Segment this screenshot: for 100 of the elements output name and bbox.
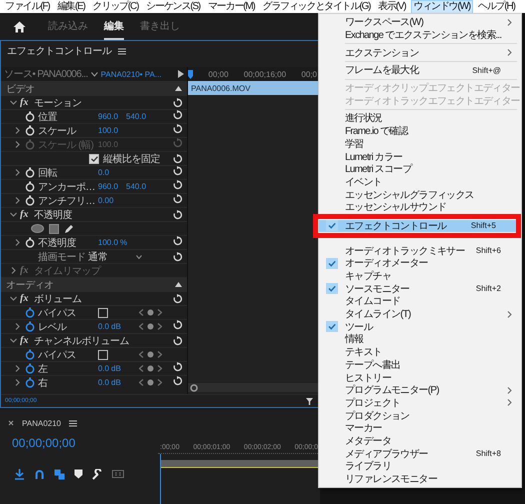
sequence-clip-link[interactable]: PANA0210• PA... — [100, 70, 162, 78]
chevron-down-icon[interactable] — [90, 72, 98, 76]
stopwatch-icon[interactable] — [25, 363, 35, 374]
link-icon[interactable] — [54, 468, 65, 480]
chevron-right-icon[interactable] — [14, 365, 21, 372]
menu-item[interactable]: テキスト — [319, 346, 521, 358]
zoom-handle-icon[interactable] — [190, 384, 198, 392]
ellipse-mask-icon[interactable] — [31, 224, 44, 233]
captions-icon[interactable] — [112, 470, 124, 478]
stopwatch-icon[interactable] — [25, 377, 35, 388]
menu-item[interactable]: タイムコード — [319, 295, 521, 308]
parameter-value[interactable]: 540.0 — [126, 112, 146, 121]
chevron-right-icon[interactable] — [10, 267, 17, 274]
chevron-right-icon[interactable] — [14, 323, 21, 330]
previous-keyframe-icon[interactable] — [139, 351, 144, 358]
chevron-right-icon[interactable] — [14, 379, 21, 386]
menu-item[interactable]: イベント — [319, 176, 521, 188]
filter-icon[interactable] — [306, 398, 313, 404]
menu-item[interactable]: Lumetri スコープ — [319, 162, 521, 176]
menu-item[interactable]: 学習 — [319, 138, 521, 150]
menu-item[interactable]: メタデータ — [319, 434, 521, 448]
menu-item[interactable]: ライブラリ — [319, 460, 521, 473]
stopwatch-icon[interactable] — [25, 181, 35, 192]
menu-item[interactable]: テープへ書出 — [319, 358, 521, 372]
parameter-value[interactable]: 0.0 — [98, 322, 110, 331]
chevron-down-icon[interactable] — [10, 99, 17, 106]
parameter-value[interactable]: 0.0 — [98, 168, 110, 177]
menu-item[interactable]: Frame.io で確認 — [319, 124, 521, 138]
chevron-down-icon[interactable] — [10, 295, 17, 302]
menu-item[interactable]: Lumetri カラー — [319, 150, 521, 163]
pen-icon[interactable] — [64, 224, 74, 234]
previous-keyframe-icon[interactable] — [139, 323, 144, 330]
menu-bar-item[interactable]: グラフィックとタイトル(G) — [260, 0, 374, 13]
menu-item[interactable]: マーカー — [319, 422, 521, 435]
menu-item[interactable]: エクステンション — [319, 46, 521, 60]
stopwatch-icon[interactable] — [25, 111, 35, 122]
parameter-value[interactable]: 960.0 — [98, 112, 118, 121]
parameter-value[interactable]: 100.0 — [98, 126, 118, 135]
menu-item[interactable]: ツール — [319, 320, 521, 334]
marker-icon[interactable] — [74, 469, 83, 479]
menu-item[interactable]: エッセンシャルグラフィックス — [319, 188, 521, 201]
parameter-value[interactable]: 0.0 — [98, 378, 110, 387]
parameter-value[interactable]: 100.0 — [98, 238, 118, 247]
menu-item[interactable]: ソースモニター Shift+2 — [319, 282, 521, 296]
parameter-value[interactable]: 0.00 — [98, 196, 114, 205]
chevron-right-icon[interactable] — [14, 127, 21, 134]
menu-bar-item[interactable]: 編集(E) — [54, 0, 88, 13]
checkbox[interactable] — [98, 308, 108, 318]
chevron-down-icon[interactable] — [10, 337, 17, 344]
menu-item[interactable]: エッセンシャルサウンド — [319, 200, 521, 214]
menu-bar-item[interactable]: マーカー(M) — [204, 0, 258, 13]
stopwatch-icon[interactable] — [25, 321, 35, 332]
wrench-icon[interactable] — [92, 468, 103, 480]
chevron-right-icon[interactable] — [14, 197, 21, 204]
menu-item[interactable]: エフェクトコントロール Shift+5 — [319, 220, 516, 232]
menu-bar-item[interactable]: 表示(V) — [375, 0, 409, 13]
stopwatch-icon[interactable] — [25, 125, 35, 136]
menu-item[interactable]: ワークスペース(W) — [319, 16, 521, 29]
sequence-tab[interactable]: PANA0210 — [22, 418, 61, 428]
insert-icon[interactable] — [14, 468, 25, 480]
home-icon[interactable] — [13, 20, 26, 32]
menu-item[interactable]: メディアブラウザー Shift+8 — [319, 447, 521, 460]
menu-bar-item[interactable]: クリップ(C) — [90, 0, 142, 13]
menu-icon[interactable] — [69, 420, 77, 426]
blend-mode-dropdown[interactable]: 通常 — [88, 250, 146, 264]
checkbox[interactable] — [98, 350, 108, 360]
menu-item[interactable]: ヒストリー — [319, 371, 521, 384]
stopwatch-icon[interactable] — [25, 349, 35, 360]
previous-keyframe-icon[interactable] — [139, 365, 144, 372]
previous-keyframe-icon[interactable] — [139, 309, 144, 316]
parameter-value[interactable]: 960.0 — [98, 182, 118, 191]
stopwatch-icon[interactable] — [25, 307, 35, 318]
menu-item[interactable]: Exchange でエクステンションを検索... — [319, 28, 521, 42]
menu-item[interactable]: フレームを最大化 Shift+@ — [319, 64, 521, 77]
menu-bar-item[interactable]: ウィンドウ(W) — [410, 0, 474, 13]
menu-bar-item[interactable]: ヘルプ(H) — [475, 0, 518, 13]
close-icon[interactable] — [8, 420, 14, 426]
play-icon[interactable] — [178, 70, 184, 78]
collapse-triangle-icon[interactable] — [175, 282, 182, 287]
previous-keyframe-icon[interactable] — [139, 379, 144, 386]
menu-item[interactable]: 進行状況 — [319, 112, 521, 125]
chevron-down-icon[interactable] — [10, 211, 17, 218]
menu-item[interactable]: リファレンスモニター — [319, 472, 521, 486]
chevron-right-icon[interactable] — [14, 239, 21, 246]
parameter-value[interactable]: 540.0 — [126, 182, 146, 191]
menu-item[interactable]: オーディオメーター — [319, 257, 521, 270]
clip-bar[interactable]: PANA0006.MOV — [188, 81, 319, 95]
stopwatch-icon[interactable] — [25, 195, 35, 206]
stopwatch-icon[interactable] — [25, 167, 35, 178]
parameter-value[interactable]: 0.0 — [98, 364, 110, 373]
menu-item[interactable]: キャプチャ — [319, 270, 521, 282]
magnet-icon[interactable] — [34, 468, 45, 480]
scroll-bar[interactable] — [188, 383, 319, 392]
menu-bar-item[interactable]: シーケンス(S) — [143, 0, 203, 13]
menu-bar-item[interactable]: ファイル(F) — [2, 0, 52, 13]
timecode[interactable]: 00;00;00;00 — [0, 430, 76, 450]
collapse-triangle-icon[interactable] — [175, 86, 182, 91]
menu-item[interactable]: オーディオトラックミキサー Shift+6 — [319, 244, 521, 257]
menu-icon[interactable] — [118, 48, 126, 54]
menu-item[interactable]: プロダクション — [319, 409, 521, 422]
